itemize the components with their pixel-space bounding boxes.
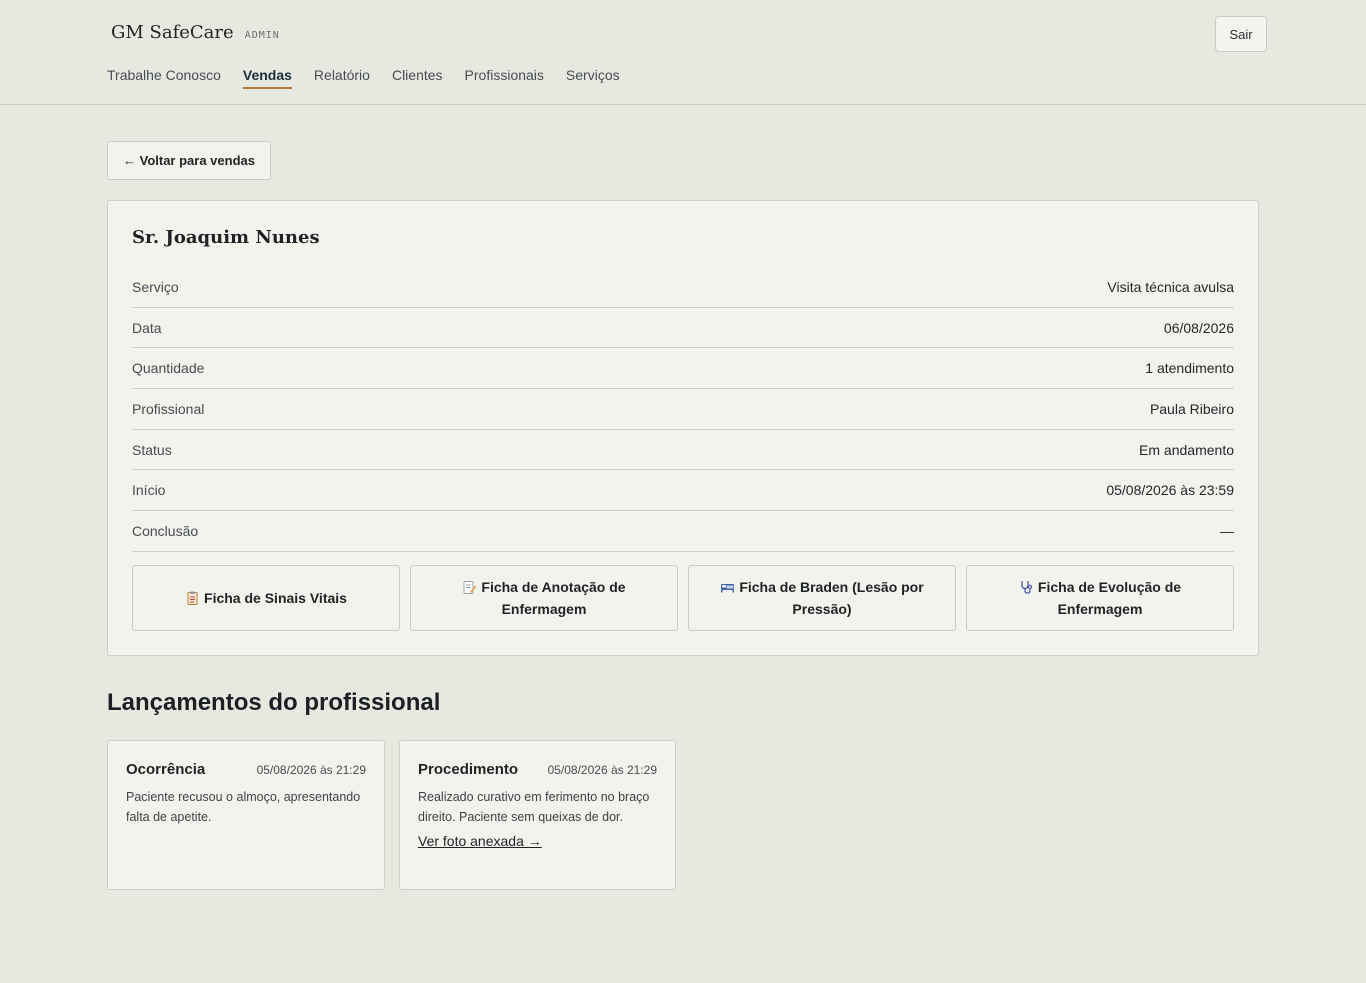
form-button-label: Ficha de Sinais Vitais (204, 590, 347, 606)
detail-value: 06/08/2026 (1163, 319, 1234, 336)
view-photo-link[interactable]: Ver foto anexada → (418, 833, 542, 849)
entry-header: Procedimento 05/08/2026 às 21:29 (418, 759, 657, 778)
section-title: Lançamentos do profissional (107, 689, 441, 716)
status-value: Em andamento (1139, 441, 1234, 458)
entry-date: 05/08/2026 às 21:29 (256, 763, 366, 777)
detail-row-profissional: Profissional Paula Ribeiro (132, 389, 1234, 430)
detail-row-quantidade: Quantidade 1 atendimento (132, 348, 1234, 390)
nav-item-profissionais[interactable]: Profissionais (465, 67, 544, 89)
detail-row-conclusao: Conclusão — (132, 511, 1234, 552)
detail-row-data: Data 06/08/2026 (132, 308, 1234, 349)
entry-text: Paciente recusou o almoço, apresentando … (126, 790, 361, 824)
logout-button[interactable]: Sair (1215, 16, 1267, 52)
form-button-label: Ficha de Braden (Lesão por Pressão) (739, 579, 924, 617)
nav-item-trabalhe-conosco[interactable]: Trabalhe Conosco (107, 67, 221, 89)
top-header: GM SafeCare ADMIN Trabalhe Conosco Venda… (0, 0, 1366, 105)
braden-form-button[interactable]: Ficha de Braden (Lesão por Pressão) (688, 565, 956, 631)
form-button-label: Ficha de Anotação de Enfermagem (481, 579, 626, 617)
stethoscope-icon (1021, 581, 1033, 594)
entry-text: Realizado curativo em ferimento no braço… (418, 790, 650, 824)
nav-item-servicos[interactable]: Serviços (566, 67, 620, 89)
sale-details-list: Serviço Visita técnica avulsa Data 06/08… (132, 267, 1234, 552)
form-button-label: Ficha de Evolução de Enfermagem (1037, 579, 1182, 617)
detail-value: — (1220, 522, 1234, 539)
detail-value: 1 atendimento (1145, 360, 1234, 377)
entry-card: Ocorrência 05/08/2026 às 21:29 Paciente … (107, 740, 385, 890)
nav-item-clientes[interactable]: Clientes (392, 67, 443, 89)
detail-label: Quantidade (132, 360, 205, 377)
brand: GM SafeCare ADMIN (111, 22, 280, 43)
main-nav: Trabalhe Conosco Vendas Relatório Client… (107, 67, 620, 89)
nav-item-vendas[interactable]: Vendas (242, 67, 292, 89)
back-to-sales-button[interactable]: ← Voltar para vendas (107, 141, 271, 180)
nav-item-relatorio[interactable]: Relatório (314, 67, 370, 89)
detail-value: Paula Ribeiro (1149, 400, 1234, 417)
entry-type: Procedimento (418, 761, 519, 778)
memo-icon (463, 581, 477, 594)
entry-date: 05/08/2026 às 21:29 (547, 763, 657, 777)
admin-badge: ADMIN (244, 30, 280, 41)
form-buttons: Ficha de Sinais Vitais Ficha de Anotação… (132, 565, 1234, 631)
detail-row-servico: Serviço Visita técnica avulsa (132, 267, 1234, 308)
detail-label: Profissional (132, 400, 205, 417)
vital-signs-form-button[interactable]: Ficha de Sinais Vitais (132, 565, 400, 631)
entry-card: Procedimento 05/08/2026 às 21:29 Realiza… (399, 740, 676, 890)
detail-label: Status (132, 441, 172, 458)
nursing-notes-form-button[interactable]: Ficha de Anotação de Enfermagem (410, 565, 678, 631)
entry-header: Ocorrência 05/08/2026 às 21:29 (126, 759, 366, 778)
detail-row-status: Status Em andamento (132, 430, 1234, 471)
entry-type: Ocorrência (126, 761, 206, 778)
detail-label: Data (132, 319, 162, 336)
clipboard-icon (187, 591, 198, 605)
detail-row-inicio: Início 05/08/2026 às 23:59 (132, 470, 1234, 512)
detail-label: Início (132, 482, 166, 499)
detail-value: Visita técnica avulsa (1107, 278, 1234, 295)
app-name[interactable]: GM SafeCare (111, 22, 234, 43)
client-name: Sr. Joaquim Nunes (132, 227, 320, 248)
detail-value: 05/08/2026 às 23:59 (1106, 482, 1234, 499)
bed-icon (721, 584, 735, 593)
detail-label: Conclusão (132, 522, 199, 539)
sale-detail-card: Sr. Joaquim Nunes Serviço Visita técnica… (107, 200, 1259, 656)
evolution-form-button[interactable]: Ficha de Evolução de Enfermagem (966, 565, 1234, 631)
detail-label: Serviço (132, 278, 179, 295)
